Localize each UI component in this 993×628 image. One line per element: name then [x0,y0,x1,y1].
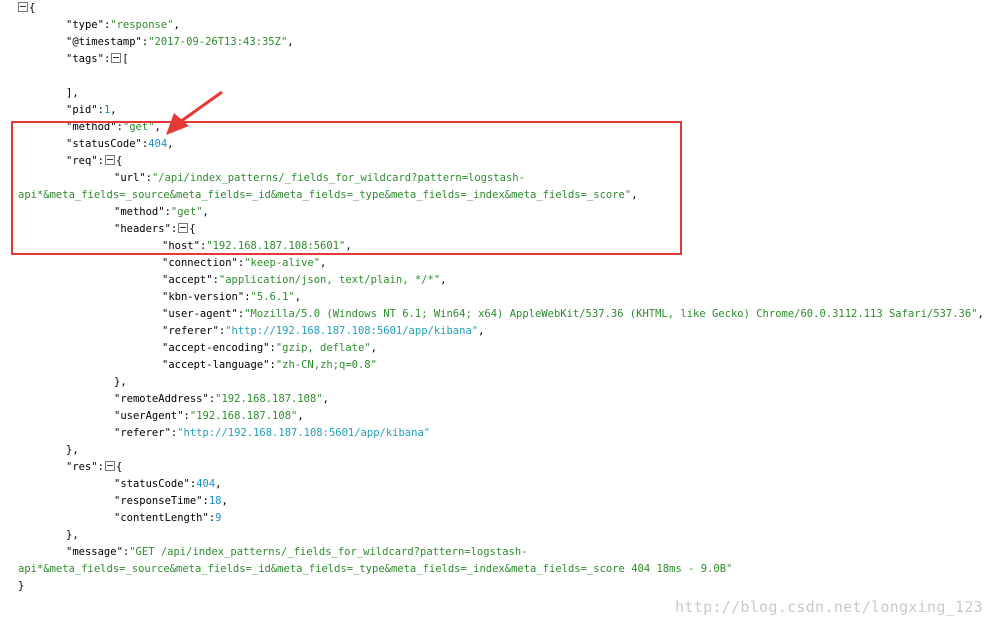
red-arrow-annotation [166,90,223,135]
arrow-shaft [179,90,223,124]
watermark: http://blog.csdn.net/longxing_123 [675,598,983,616]
